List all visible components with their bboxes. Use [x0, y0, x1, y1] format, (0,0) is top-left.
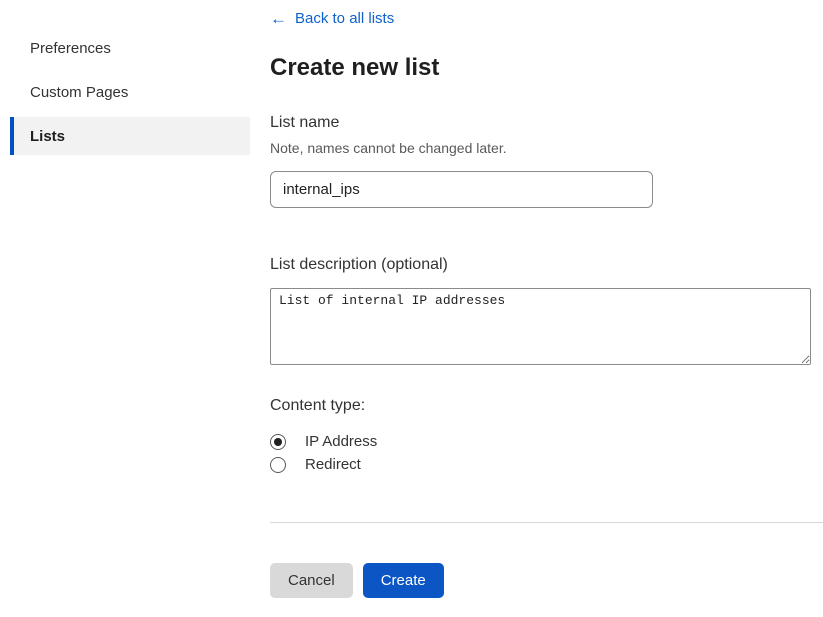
radio-ip-address-label: IP Address: [305, 433, 377, 450]
radio-redirect[interactable]: Redirect: [270, 453, 823, 476]
cancel-button[interactable]: Cancel: [270, 563, 353, 598]
sidebar-item-lists[interactable]: Lists: [10, 117, 250, 155]
list-description-textarea[interactable]: List of internal IP addresses: [270, 288, 811, 365]
radio-redirect-label: Redirect: [305, 456, 361, 473]
sidebar-item-custom-pages[interactable]: Custom Pages: [0, 73, 250, 111]
content-type-label: Content type:: [270, 397, 823, 415]
radio-ip-address[interactable]: IP Address: [270, 430, 823, 453]
back-arrow-icon: ←: [270, 10, 287, 27]
settings-sidebar: Preferences Custom Pages Lists: [0, 0, 250, 617]
sidebar-item-preferences[interactable]: Preferences: [0, 29, 250, 67]
form-divider: [270, 522, 823, 523]
list-name-input[interactable]: [270, 171, 653, 208]
back-link-label: Back to all lists: [295, 10, 394, 27]
create-button[interactable]: Create: [363, 563, 444, 598]
list-name-label: List name: [270, 114, 823, 132]
create-list-panel: ← Back to all lists Create new list List…: [270, 0, 823, 617]
back-to-all-lists-link[interactable]: ← Back to all lists: [270, 10, 394, 27]
radio-selected-icon: [270, 434, 286, 450]
page-title: Create new list: [270, 54, 823, 82]
content-type-radio-group: IP Address Redirect: [270, 430, 823, 476]
list-description-label: List description (optional): [270, 256, 823, 274]
form-actions: Cancel Create: [270, 563, 823, 598]
list-name-note: Note, names cannot be changed later.: [270, 140, 823, 156]
radio-unselected-icon: [270, 457, 286, 473]
